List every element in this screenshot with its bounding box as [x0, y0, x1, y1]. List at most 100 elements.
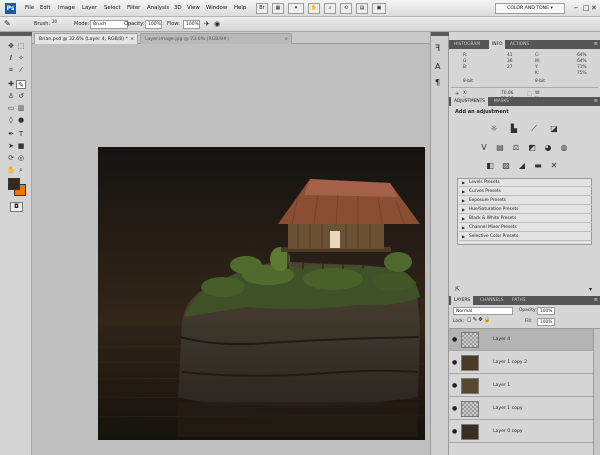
- menu-file[interactable]: File: [25, 0, 34, 17]
- visibility-eye-icon[interactable]: ●: [452, 405, 457, 412]
- menu-3d[interactable]: 3D: [174, 0, 182, 17]
- menu-analysis[interactable]: Analysis: [147, 0, 169, 17]
- hand-tool-panel-icon[interactable]: ✋: [6, 166, 16, 175]
- color-balance-icon[interactable]: ⚖: [511, 143, 521, 152]
- visibility-eye-icon[interactable]: ●: [452, 336, 457, 343]
- menu-help[interactable]: Help: [234, 0, 246, 17]
- tab-info[interactable]: INFO: [489, 40, 506, 49]
- rotate-view-icon[interactable]: ⟲: [340, 3, 352, 14]
- vibrance-icon[interactable]: V: [479, 143, 489, 152]
- brush-tool-icon[interactable]: ✎: [16, 80, 26, 89]
- menu-filter[interactable]: Filter: [127, 0, 140, 17]
- photoshop-logo-icon[interactable]: Ps: [5, 3, 16, 14]
- layer-row[interactable]: ● Layer 1 copy: [449, 398, 593, 420]
- tab-masks[interactable]: MASKS: [491, 97, 512, 106]
- spot-healing-tool-icon[interactable]: ✚: [6, 80, 16, 89]
- return-to-list-icon[interactable]: ⇱: [455, 286, 460, 293]
- zoom-level-icon[interactable]: ▾: [288, 3, 304, 14]
- foreground-color-swatch[interactable]: [8, 178, 20, 190]
- move-tool-icon[interactable]: ✥: [6, 42, 16, 51]
- levels-icon[interactable]: ▙: [509, 124, 519, 133]
- opacity-input[interactable]: 100%: [145, 20, 162, 29]
- zoom-tool-icon[interactable]: ⌕: [324, 3, 336, 14]
- launch-bridge-icon[interactable]: Br: [256, 3, 268, 14]
- gradient-tool-icon[interactable]: ▥: [16, 104, 26, 113]
- visibility-eye-icon[interactable]: ●: [452, 359, 457, 366]
- dodge-tool-icon[interactable]: ●: [16, 116, 26, 125]
- tab-document-inactive[interactable]: Layer.image.jpg @ 73.6% (RGB/8#) ×: [140, 33, 292, 44]
- lock-icons[interactable]: ◻✎✥🔒: [467, 317, 492, 323]
- visibility-eye-icon[interactable]: ●: [452, 428, 457, 435]
- pen-tool-icon[interactable]: ✒: [6, 130, 16, 139]
- threshold-icon[interactable]: ◢: [517, 161, 527, 170]
- invert-icon[interactable]: ◧: [485, 161, 495, 170]
- shape-tool-icon[interactable]: ■: [16, 142, 26, 151]
- brightness-contrast-icon[interactable]: ☼: [489, 124, 499, 133]
- preset-selective-color[interactable]: ▶ Selective Color Presets: [459, 233, 592, 241]
- menu-view[interactable]: View: [187, 0, 200, 17]
- zoom-tool-panel-icon[interactable]: ⌕: [16, 166, 26, 175]
- exposure-icon[interactable]: ◪: [549, 124, 559, 133]
- blend-mode-select[interactable]: Normal: [453, 307, 513, 315]
- paragraph-panel-icon[interactable]: ¶: [435, 78, 440, 88]
- flow-input[interactable]: 100%: [183, 20, 200, 29]
- hand-tool-icon[interactable]: ✋: [308, 3, 320, 14]
- preset-black-white[interactable]: ▶ Black & White Presets: [459, 215, 592, 223]
- panel-menu-icon[interactable]: ≡: [594, 40, 598, 49]
- menu-edit[interactable]: Edit: [40, 0, 50, 17]
- preset-levels[interactable]: ▶ Levels Presets: [459, 179, 592, 187]
- panel-delete-icon[interactable]: ▾: [589, 286, 592, 293]
- maximize-icon[interactable]: □: [583, 3, 590, 13]
- black-white-icon[interactable]: ◩: [527, 143, 537, 152]
- tab-histogram[interactable]: HISTOGRAM: [451, 40, 483, 49]
- layer-row[interactable]: ● Layer 0 copy: [449, 421, 593, 443]
- tab-layers[interactable]: LAYERS: [451, 296, 474, 305]
- view-extras-icon[interactable]: ▦: [272, 3, 284, 14]
- menu-layer[interactable]: Layer: [82, 0, 97, 17]
- 3d-orbit-tool-icon[interactable]: ◎: [16, 154, 26, 163]
- menu-select[interactable]: Select: [104, 0, 121, 17]
- type-tool-icon[interactable]: T: [16, 130, 26, 139]
- channel-mixer-icon[interactable]: ◍: [559, 143, 569, 152]
- blur-tool-icon[interactable]: ◊: [6, 116, 16, 125]
- history-panel-icon[interactable]: ꟻ: [435, 44, 440, 54]
- selective-color-icon[interactable]: ✕: [549, 161, 559, 170]
- screen-mode-icon[interactable]: ▣: [372, 3, 386, 14]
- menu-image[interactable]: Image: [58, 0, 75, 17]
- preset-hue-saturation[interactable]: ▶ Hue/Saturation Presets: [459, 206, 592, 214]
- 3d-rotate-tool-icon[interactable]: ⟳: [6, 154, 16, 163]
- tab-document-active[interactable]: Brian.psd @ 32.6% (Layer 4, RGB/8) * ×: [34, 33, 138, 44]
- crop-tool-icon[interactable]: ⌗: [6, 66, 16, 75]
- quick-mask-icon[interactable]: ◘: [10, 202, 23, 212]
- posterize-icon[interactable]: ▨: [501, 161, 511, 170]
- menu-window[interactable]: Window: [206, 0, 227, 17]
- lasso-tool-icon[interactable]: ℓ: [6, 54, 16, 63]
- preset-exposure[interactable]: ▶ Exposure Presets: [459, 197, 592, 205]
- hue-saturation-icon[interactable]: ▤: [495, 143, 505, 152]
- panel-menu-icon[interactable]: ≡: [594, 97, 598, 106]
- path-selection-tool-icon[interactable]: ➤: [6, 142, 16, 151]
- minimize-icon[interactable]: –: [574, 3, 578, 13]
- eyedropper-tool-icon[interactable]: ⁄: [16, 66, 26, 75]
- layers-scrollbar[interactable]: [593, 329, 600, 455]
- gradient-map-icon[interactable]: ▬: [533, 161, 543, 170]
- preset-curves[interactable]: ▶ Curves Presets: [459, 188, 592, 196]
- canvas-area[interactable]: [32, 44, 430, 455]
- layer-row[interactable]: ● Layer 1: [449, 375, 593, 397]
- pressure-opacity-icon[interactable]: ◉: [214, 19, 220, 29]
- tab-channels[interactable]: CHANNELS: [477, 296, 506, 305]
- history-brush-tool-icon[interactable]: ↺: [16, 92, 26, 101]
- curves-icon[interactable]: ⟋: [529, 124, 539, 133]
- quick-select-tool-icon[interactable]: ✧: [16, 54, 26, 63]
- tab-actions[interactable]: ACTIONS: [507, 40, 532, 49]
- arrange-documents-icon[interactable]: ▤: [356, 3, 368, 14]
- fill-input[interactable]: 100%: [537, 318, 555, 326]
- brush-tool-preset-icon[interactable]: ✎: [4, 19, 11, 29]
- panel-menu-icon[interactable]: ≡: [594, 296, 598, 305]
- workspace-switcher[interactable]: COLOR AND TONE ▾: [495, 3, 565, 14]
- close-icon[interactable]: ✕: [591, 3, 597, 13]
- marquee-tool-icon[interactable]: ⬚: [16, 42, 26, 51]
- layer-row[interactable]: ● Layer 1 copy 2: [449, 352, 593, 374]
- type-panel-icon[interactable]: A: [435, 62, 440, 72]
- layer-opacity-input[interactable]: 100%: [537, 307, 555, 315]
